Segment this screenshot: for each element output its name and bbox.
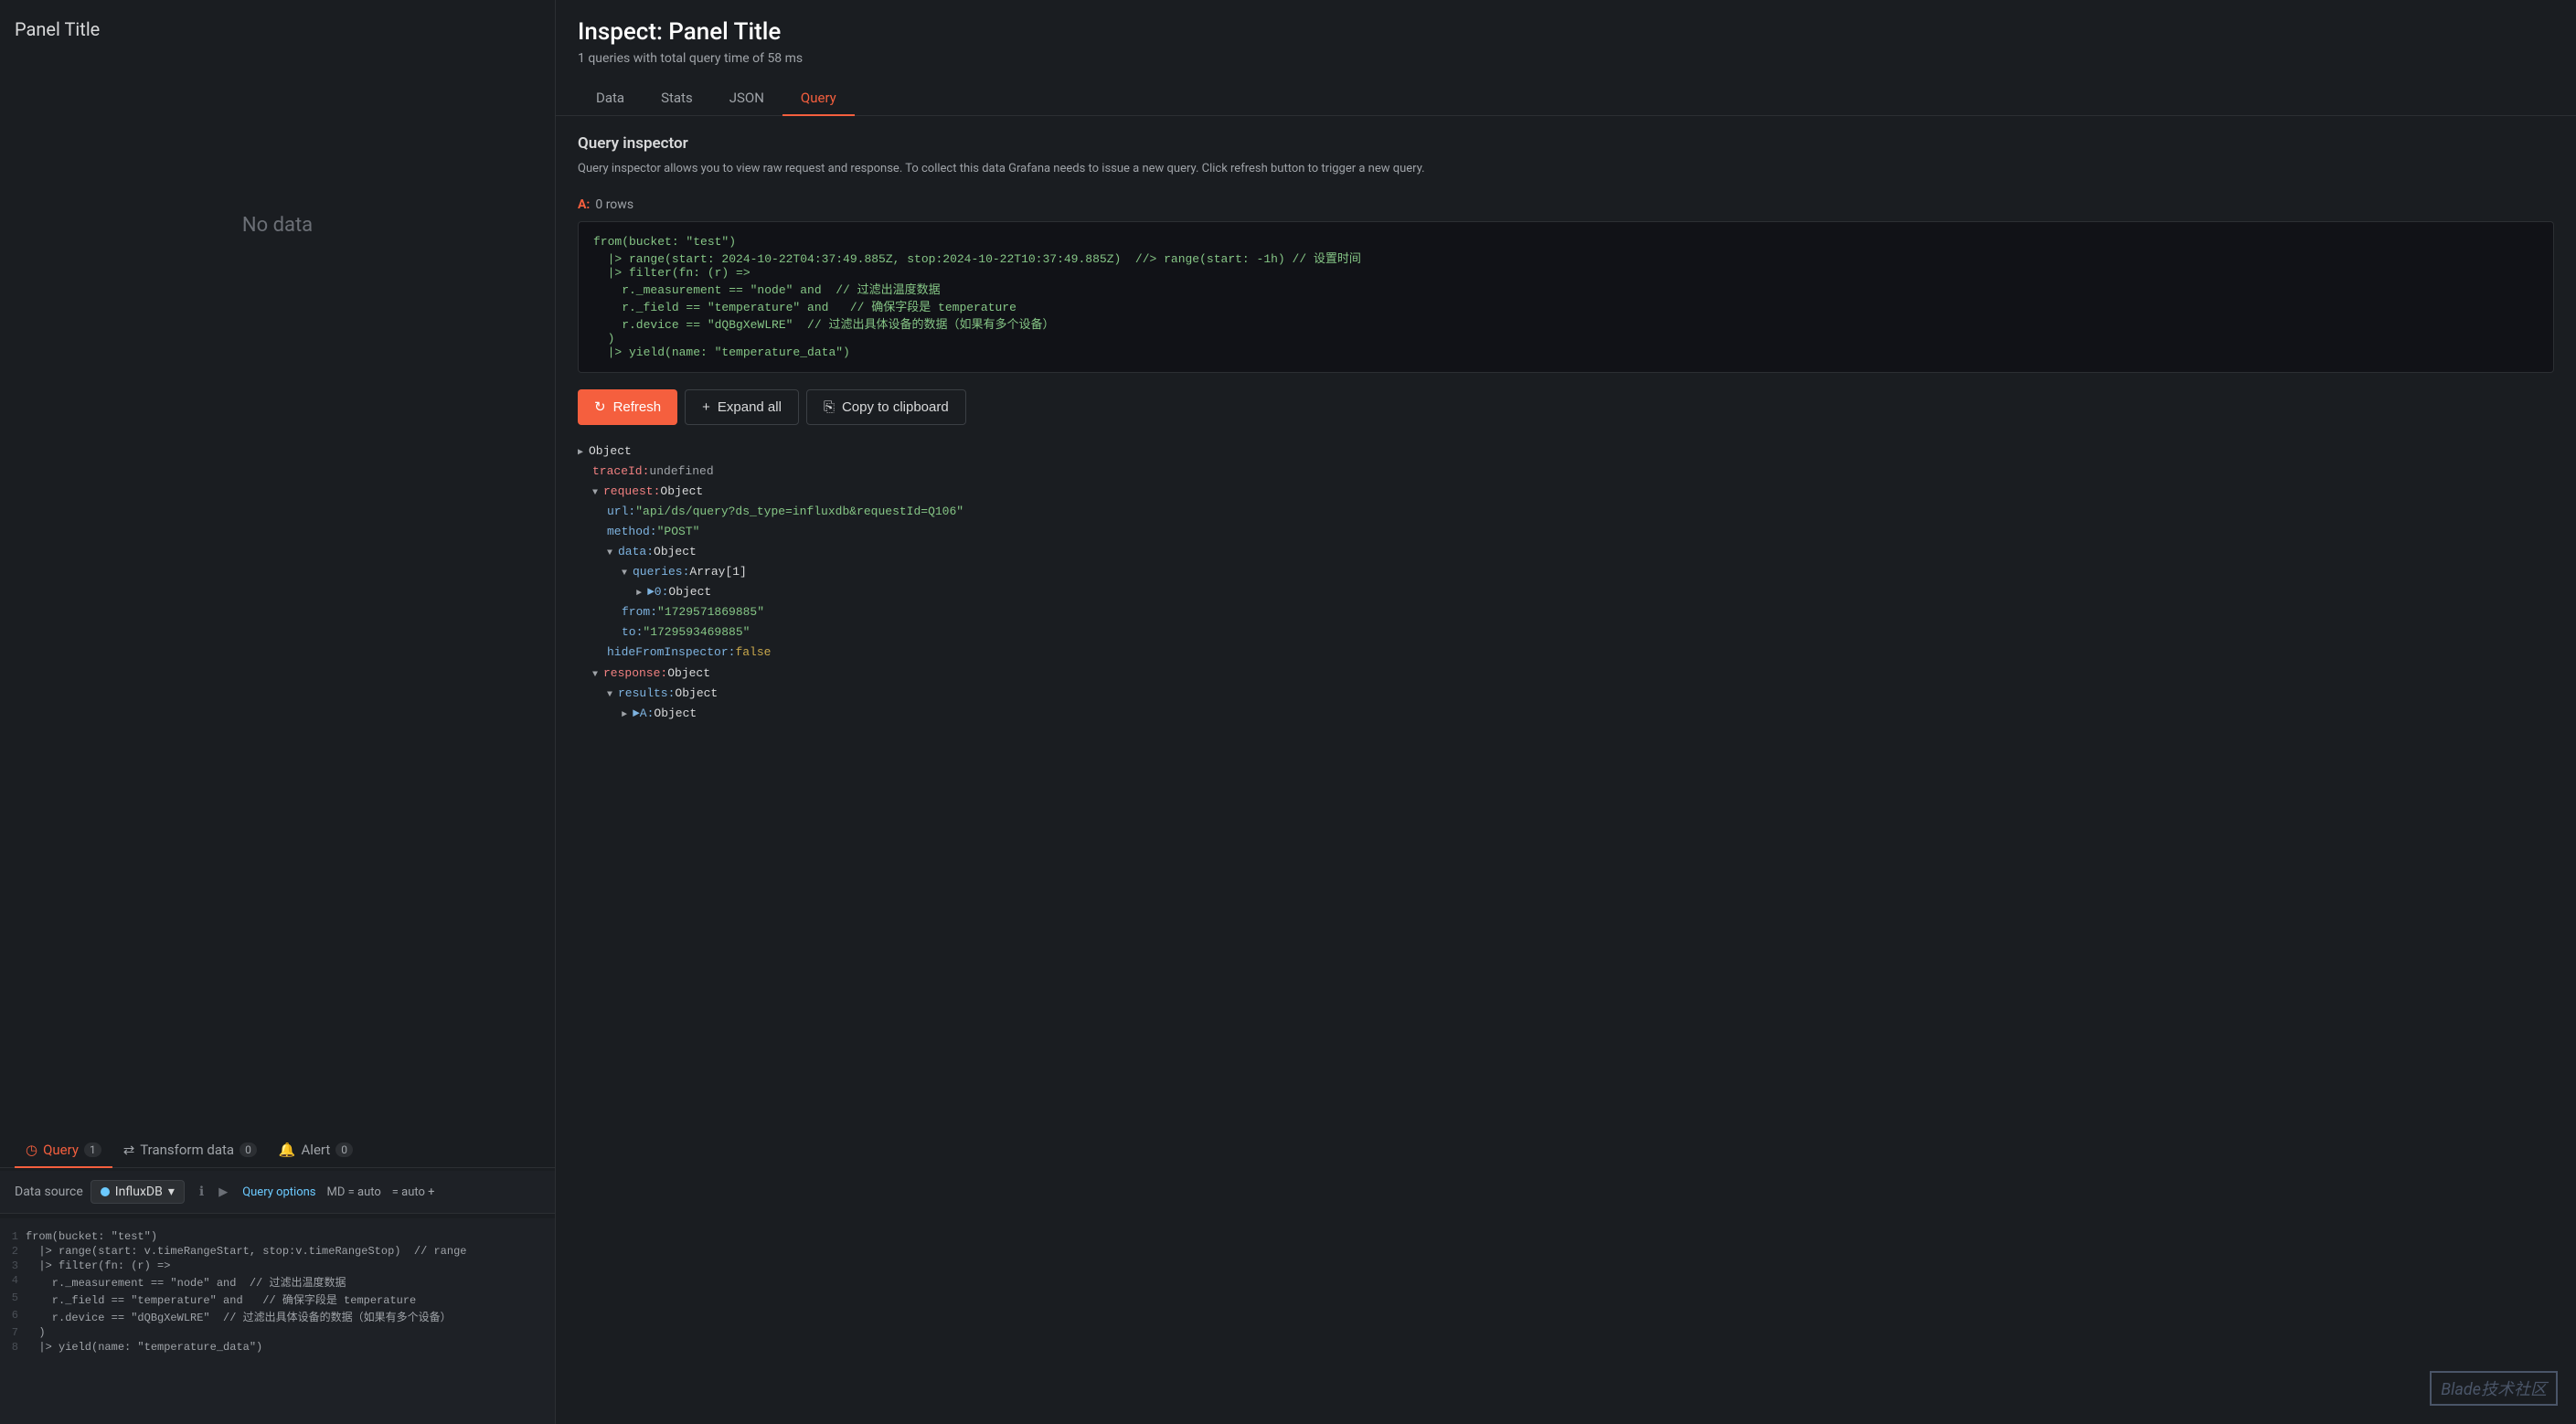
query-options-button[interactable]: Query options: [242, 1185, 315, 1199]
json-row-traceid: traceId: undefined: [578, 462, 2554, 482]
inspect-title: Inspect: Panel Title: [578, 18, 2554, 46]
tab-alert[interactable]: 🔔 Alert 0: [268, 1132, 364, 1167]
query-code-editor[interactable]: 1 from(bucket: "test") 2 |> range(start:…: [0, 1218, 555, 1424]
panel-title: Panel Title: [0, 0, 555, 51]
json-row-request: ▼ request: Object: [578, 482, 2554, 502]
inspect-header: Inspect: Panel Title 1 queries with tota…: [556, 0, 2576, 116]
triangle-icon[interactable]: ▼: [607, 687, 618, 703]
inspect-tabs: Data Stats JSON Query: [578, 80, 2554, 115]
tab-data[interactable]: Data: [578, 80, 643, 115]
query-label: A: 0 rows: [578, 197, 633, 212]
code-line: 2 |> range(start: v.timeRangeStart, stop…: [0, 1244, 555, 1259]
tab-stats[interactable]: Stats: [643, 80, 711, 115]
json-row-queries: ▼ queries: Array[1]: [578, 562, 2554, 582]
info-icon: ℹ: [199, 1185, 204, 1199]
triangle-icon[interactable]: ▼: [592, 485, 603, 501]
triangle-icon[interactable]: ►: [622, 707, 633, 723]
refresh-icon: ↻: [594, 399, 606, 415]
influxdb-icon: [101, 1187, 110, 1196]
action-buttons: ↻ Refresh + Expand all ⎘ Copy to clipboa…: [578, 389, 2554, 425]
code-line: 7 ): [0, 1325, 555, 1340]
section-title: Query inspector: [578, 134, 2554, 153]
code-line: 6 r.device == "dQBgXeWLRE" // 过滤出具体设备的数据…: [0, 1308, 555, 1325]
tab-json[interactable]: JSON: [711, 80, 782, 115]
code-line: 3 |> filter(fn: (r) =>: [0, 1259, 555, 1273]
alert-icon: 🔔: [279, 1142, 296, 1158]
json-row-object: ▶ Object: [578, 441, 2554, 462]
json-tree: ▶ Object traceId: undefined ▼ request: O…: [578, 441, 2554, 724]
copy-icon: ⎘: [824, 399, 835, 415]
code-line: 8 |> yield(name: "temperature_data"): [0, 1340, 555, 1355]
datasource-select[interactable]: InfluxDB ▾: [90, 1180, 185, 1204]
section-desc: Query inspector allows you to view raw r…: [578, 160, 2554, 178]
query-code-box: from(bucket: "test") |> range(start: 202…: [578, 221, 2554, 373]
expand-all-button[interactable]: + Expand all: [685, 389, 799, 425]
right-panel: Inspect: Panel Title 1 queries with tota…: [556, 0, 2576, 1424]
json-row-to: to: "1729593469885": [578, 622, 2554, 643]
triangle-icon[interactable]: ▼: [592, 667, 603, 683]
triangle-icon[interactable]: ▼: [607, 546, 618, 561]
copy-clipboard-button[interactable]: ⎘ Copy to clipboard: [806, 389, 966, 425]
json-row-results: ▼ results: Object: [578, 684, 2554, 704]
no-data-message: No data: [0, 51, 555, 399]
json-row-response: ▼ response: Object: [578, 664, 2554, 684]
editor-tab-bar: ◷ Query 1 ⇄ Transform data 0 🔔 Alert 0: [0, 1132, 555, 1168]
json-row-data: ▼ data: Object: [578, 542, 2554, 562]
arrow-right-icon: ▶: [218, 1185, 228, 1199]
watermark: Blade技术社区: [2430, 1371, 2558, 1406]
json-row-0: ► ►0: Object: [578, 582, 2554, 602]
query-icon: ◷: [26, 1142, 37, 1158]
transform-icon: ⇄: [123, 1142, 135, 1158]
refresh-button[interactable]: ↻ Refresh: [578, 389, 677, 425]
tab-query-inspect[interactable]: Query: [782, 80, 855, 115]
equals-label: = auto +: [392, 1185, 435, 1199]
md-auto-label: MD = auto: [327, 1185, 381, 1199]
json-row-method: method: "POST": [578, 522, 2554, 542]
json-row-from: from: "1729571869885": [578, 602, 2554, 622]
json-row-a: ► ►A: Object: [578, 704, 2554, 724]
datasource-bar: Data source InfluxDB ▾ ℹ ▶ Query options…: [0, 1171, 555, 1214]
json-row-url: url: "api/ds/query?ds_type=influxdb&requ…: [578, 502, 2554, 522]
inspect-body: Query inspector Query inspector allows y…: [556, 116, 2576, 1424]
code-line: 4 r._measurement == "node" and // 过滤出温度数…: [0, 1273, 555, 1291]
code-line: 5 r._field == "temperature" and // 确保字段是…: [0, 1291, 555, 1308]
left-panel: Panel Title No data ◷ Query 1 ⇄ Transfor…: [0, 0, 556, 1424]
triangle-icon[interactable]: ▶: [578, 445, 589, 461]
inspect-subtitle: 1 queries with total query time of 58 ms: [578, 51, 2554, 66]
tab-transform[interactable]: ⇄ Transform data 0: [112, 1132, 268, 1167]
triangle-icon[interactable]: ▼: [622, 566, 633, 581]
code-line: 1 from(bucket: "test"): [0, 1229, 555, 1244]
chevron-down-icon: ▾: [168, 1185, 175, 1199]
json-row-hide: hideFromInspector: false: [578, 643, 2554, 663]
triangle-icon[interactable]: ►: [636, 586, 647, 601]
expand-icon: +: [702, 399, 710, 415]
tab-query[interactable]: ◷ Query 1: [15, 1132, 112, 1167]
